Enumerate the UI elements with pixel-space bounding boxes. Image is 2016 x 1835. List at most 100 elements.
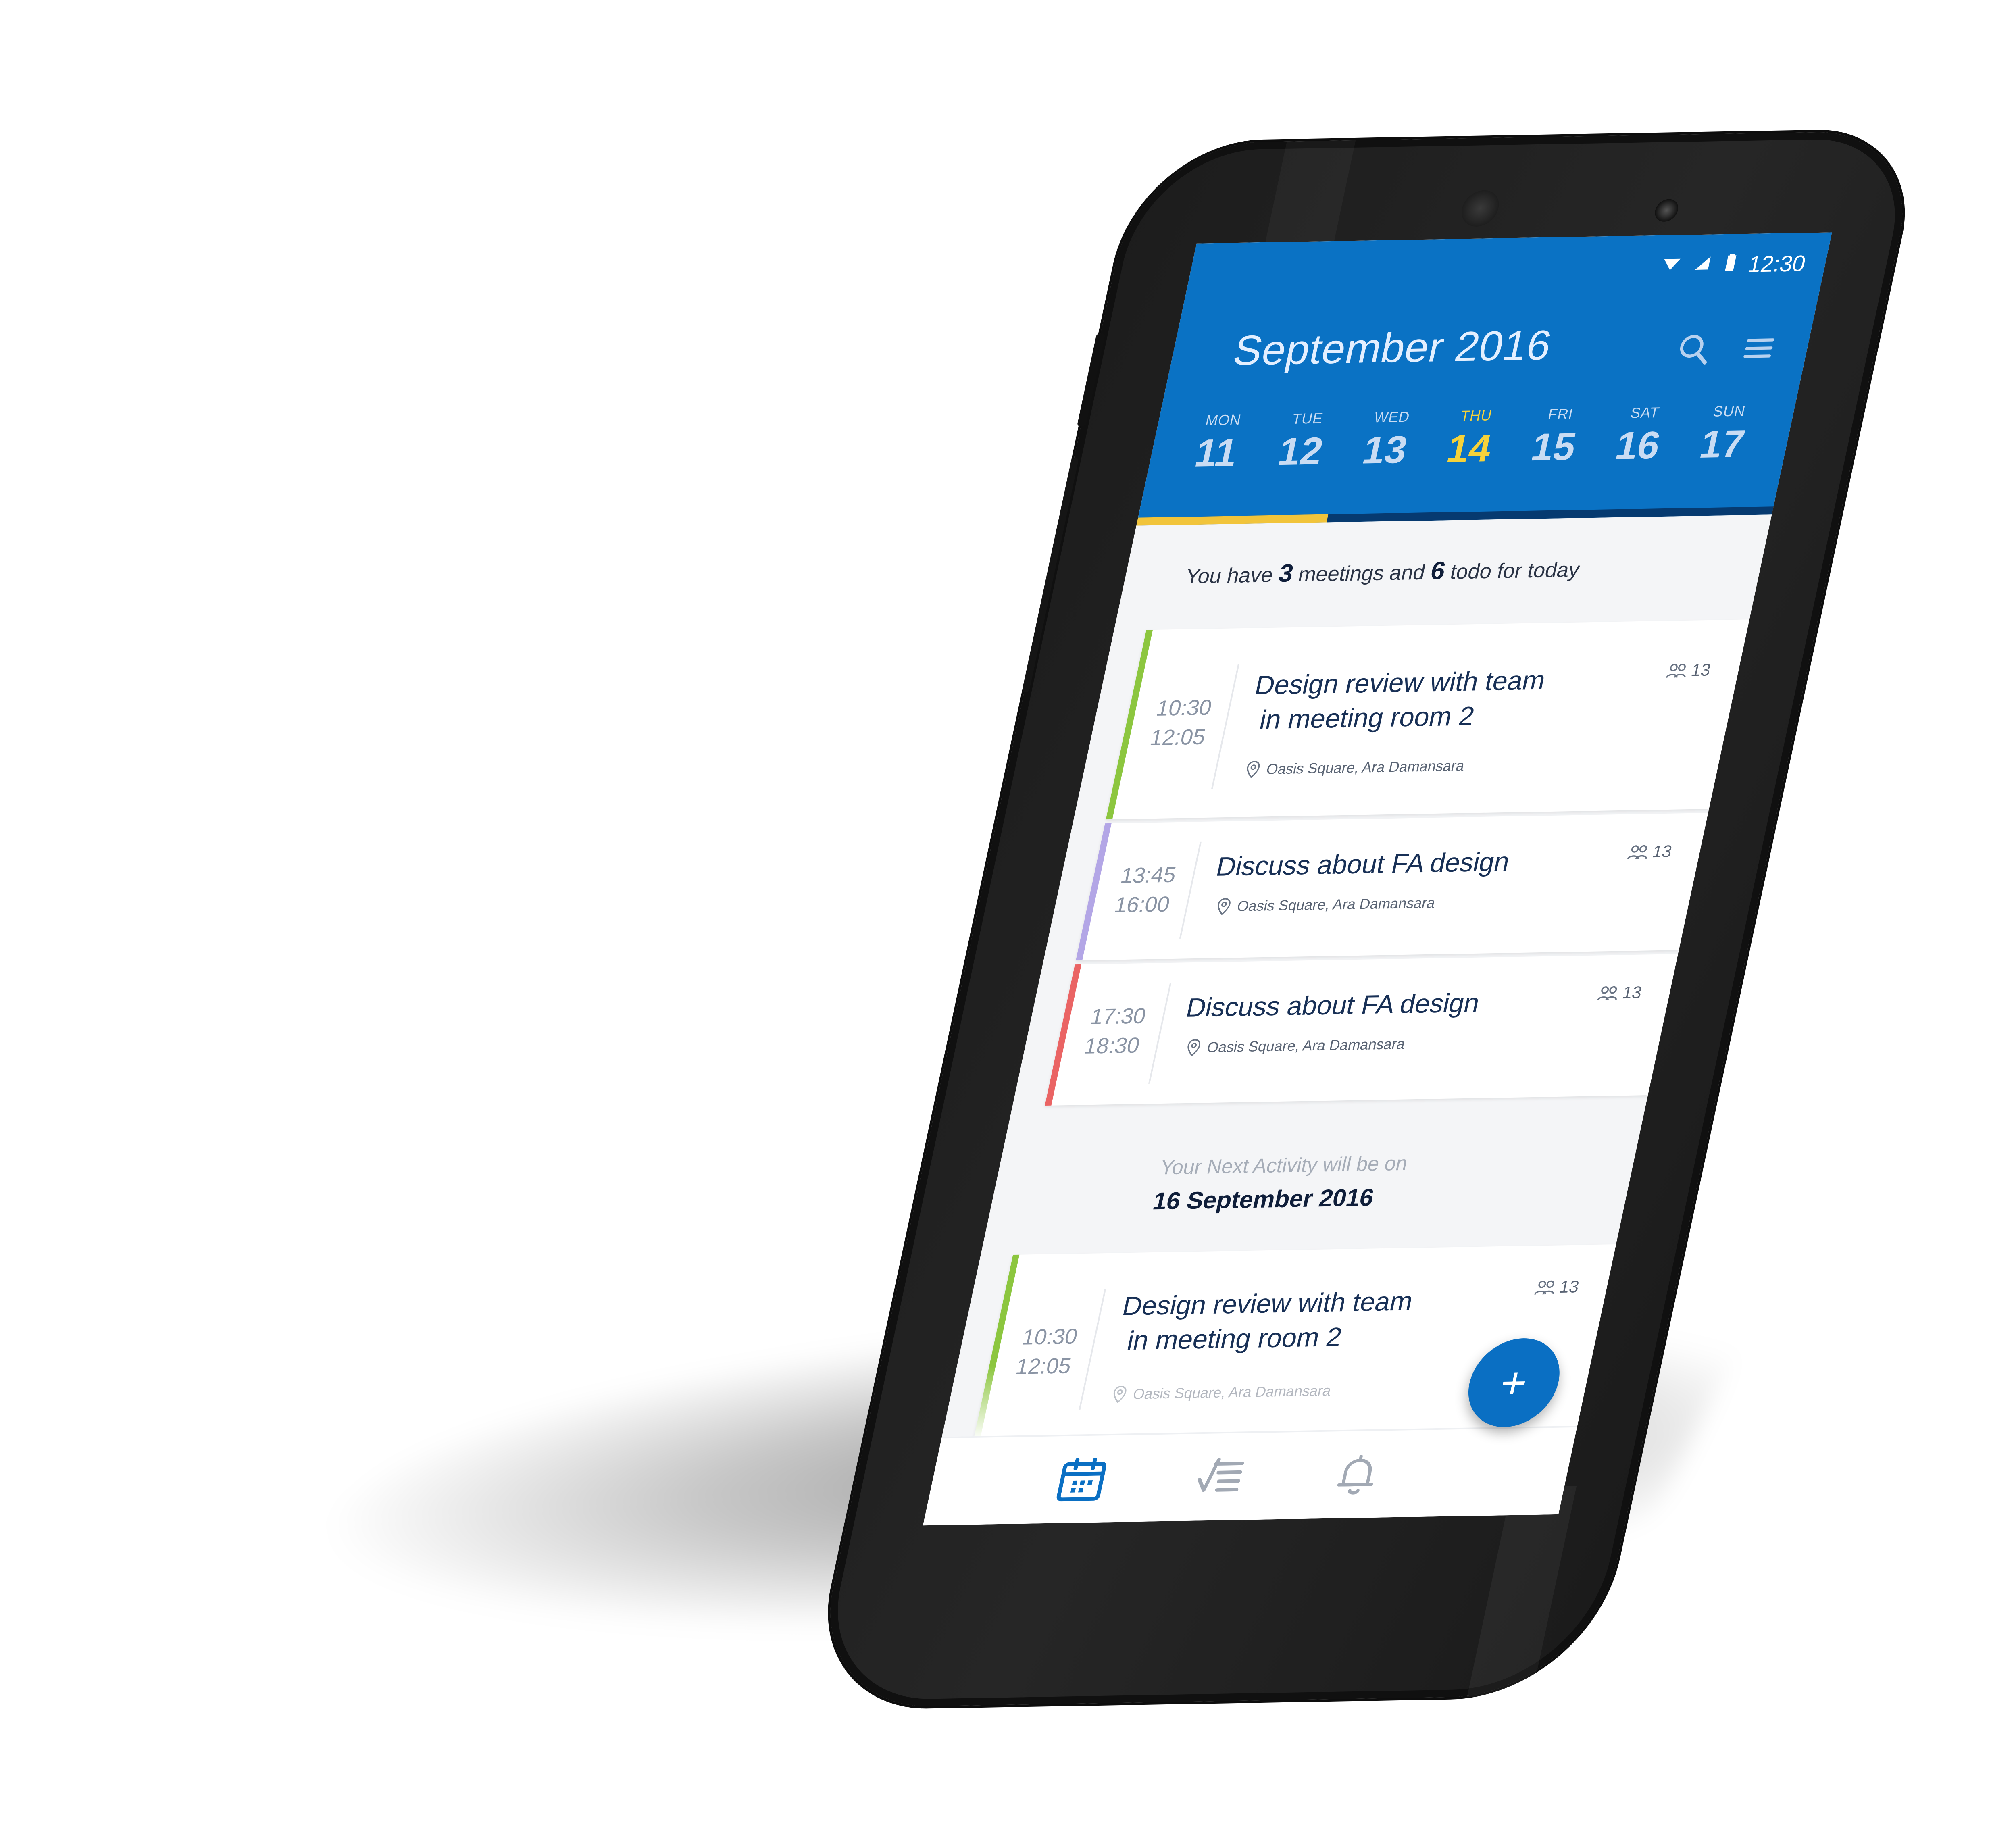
day-number: 12 [1274, 429, 1327, 474]
day-name: MON [1204, 411, 1243, 429]
event-title: Design review with team in meeting room … [1244, 662, 1623, 737]
day-number: 17 [1696, 422, 1749, 467]
event-card[interactable]: 10:30 12:05 Design review with team in m… [1106, 619, 1749, 820]
event-start: 10:30 [1154, 695, 1214, 721]
day-number: 13 [1358, 428, 1412, 472]
event-times: 13:45 16:00 [1109, 860, 1182, 920]
power-button [1077, 333, 1106, 427]
event-title-line2: in meeting room 2 [1125, 1321, 1345, 1356]
phone-sheen [1467, 1486, 1577, 1697]
bell-icon [1337, 1454, 1373, 1495]
event-end: 18:30 [1082, 1033, 1142, 1058]
attendee-count: 13 [1596, 983, 1644, 1003]
people-icon [1666, 663, 1686, 678]
next-activity-date: 16 September 2016 [1150, 1183, 1377, 1215]
event-title: Discuss about FA design [1213, 843, 1585, 884]
card-divider [1079, 1289, 1106, 1410]
page-title: September 2016 [1229, 322, 1556, 375]
menu-button[interactable] [1735, 328, 1784, 369]
phone-body: 12:30 September 2016 MON 11 TUE 12 WED 1… [807, 130, 1922, 1708]
day-number: 14 [1443, 427, 1496, 471]
day-wed[interactable]: WED 13 [1337, 408, 1430, 506]
summary-middle: meetings and [1296, 560, 1428, 587]
event-location: Oasis Square, Ara Damansara [1244, 757, 1466, 778]
people-icon [1534, 1280, 1554, 1295]
event-title-line2: in meeting room 2 [1257, 701, 1477, 735]
location-text: Oasis Square, Ara Damansara [1131, 1382, 1333, 1402]
event-end: 12:05 [1148, 725, 1208, 750]
day-number: 11 [1191, 431, 1242, 475]
event-times: 17:30 18:30 [1079, 1001, 1152, 1061]
search-button[interactable] [1670, 329, 1719, 370]
location-text: Oasis Square, Ara Damansara [1235, 894, 1437, 914]
location-pin-icon [1187, 1039, 1201, 1056]
attendee-number: 13 [1620, 983, 1644, 1002]
event-end: 16:00 [1112, 892, 1172, 917]
people-icon [1597, 986, 1617, 1001]
event-card[interactable]: 17:30 18:30 Discuss about FA design Oasi… [1045, 954, 1678, 1106]
battery-icon [1722, 253, 1739, 276]
event-end: 12:05 [1014, 1354, 1074, 1379]
event-location: Oasis Square, Ara Damansara [1110, 1382, 1333, 1403]
nav-calendar[interactable] [1048, 1451, 1116, 1508]
attendee-number: 13 [1558, 1277, 1581, 1297]
app-header: 12:30 September 2016 MON 11 TUE 12 WED 1… [1136, 232, 1832, 526]
day-sun[interactable]: SUN 17 [1674, 402, 1768, 500]
people-icon [1627, 845, 1647, 860]
plus-icon: + [1495, 1358, 1533, 1408]
location-pin-icon [1218, 898, 1231, 915]
day-fri[interactable]: FRI 15 [1506, 405, 1599, 503]
summary-prefix: You have [1183, 563, 1276, 589]
next-activity-label: Your Next Activity will be on [1158, 1152, 1410, 1179]
event-title-line1: Design review with team [1120, 1286, 1416, 1321]
menu-icon [1743, 338, 1774, 358]
attendee-number: 13 [1689, 660, 1713, 680]
event-start: 13:45 [1118, 862, 1179, 888]
week-strip: MON 11 TUE 12 WED 13 THU 14 FRI 15 SAT 1… [1168, 402, 1768, 509]
attendee-number: 13 [1651, 841, 1674, 861]
event-location: Oasis Square, Ara Damansara [1214, 894, 1437, 915]
status-bar: 12:30 [1658, 249, 1808, 279]
todo-count: 6 [1428, 556, 1448, 585]
nav-notifications[interactable] [1323, 1446, 1391, 1503]
attendee-count: 13 [1627, 841, 1674, 862]
card-divider [1148, 983, 1172, 1084]
signal-icon [1690, 253, 1714, 277]
location-text: Oasis Square, Ara Damansara [1205, 1035, 1407, 1056]
day-thu[interactable]: THU 14 [1421, 406, 1514, 504]
event-start: 10:30 [1020, 1324, 1080, 1350]
event-title-line1: Discuss about FA design [1183, 987, 1483, 1023]
nav-todo[interactable] [1185, 1448, 1254, 1506]
day-mon[interactable]: MON 11 [1168, 411, 1262, 509]
location-pin-icon [1247, 761, 1260, 778]
bottom-nav [923, 1425, 1578, 1526]
search-icon [1680, 335, 1707, 365]
event-title: Design review with team in meeting room … [1112, 1283, 1491, 1358]
day-tue[interactable]: TUE 12 [1252, 410, 1346, 508]
card-divider [1179, 841, 1202, 939]
day-number: 16 [1612, 423, 1664, 468]
day-name: TUE [1291, 410, 1325, 427]
event-title: Discuss about FA design [1183, 984, 1555, 1025]
next-activity-header: Your Next Activity will be on 16 Septemb… [1150, 1152, 1410, 1215]
day-name: SAT [1629, 404, 1661, 421]
day-name: WED [1372, 408, 1412, 426]
summary-suffix: todo for today [1448, 558, 1582, 584]
attendee-count: 13 [1665, 660, 1712, 680]
attendee-count: 13 [1533, 1277, 1581, 1297]
day-name: THU [1459, 407, 1494, 424]
volume-button [1021, 458, 1079, 693]
day-name: SUN [1712, 402, 1747, 420]
event-title-line1: Discuss about FA design [1214, 846, 1513, 881]
calendar-icon [1056, 1457, 1107, 1502]
event-location: Oasis Square, Ara Damansara [1184, 1035, 1407, 1056]
status-time: 12:30 [1746, 250, 1808, 277]
event-start: 17:30 [1088, 1004, 1148, 1029]
event-card[interactable]: 13:45 16:00 Discuss about FA design Oasi… [1076, 813, 1708, 961]
camera-icon [1653, 199, 1681, 222]
day-name: FRI [1546, 405, 1575, 423]
event-times: 10:30 12:05 [1144, 693, 1218, 753]
event-times: 10:30 12:05 [1010, 1322, 1083, 1381]
wifi-icon [1659, 254, 1683, 277]
day-sat[interactable]: SAT 16 [1590, 404, 1683, 502]
